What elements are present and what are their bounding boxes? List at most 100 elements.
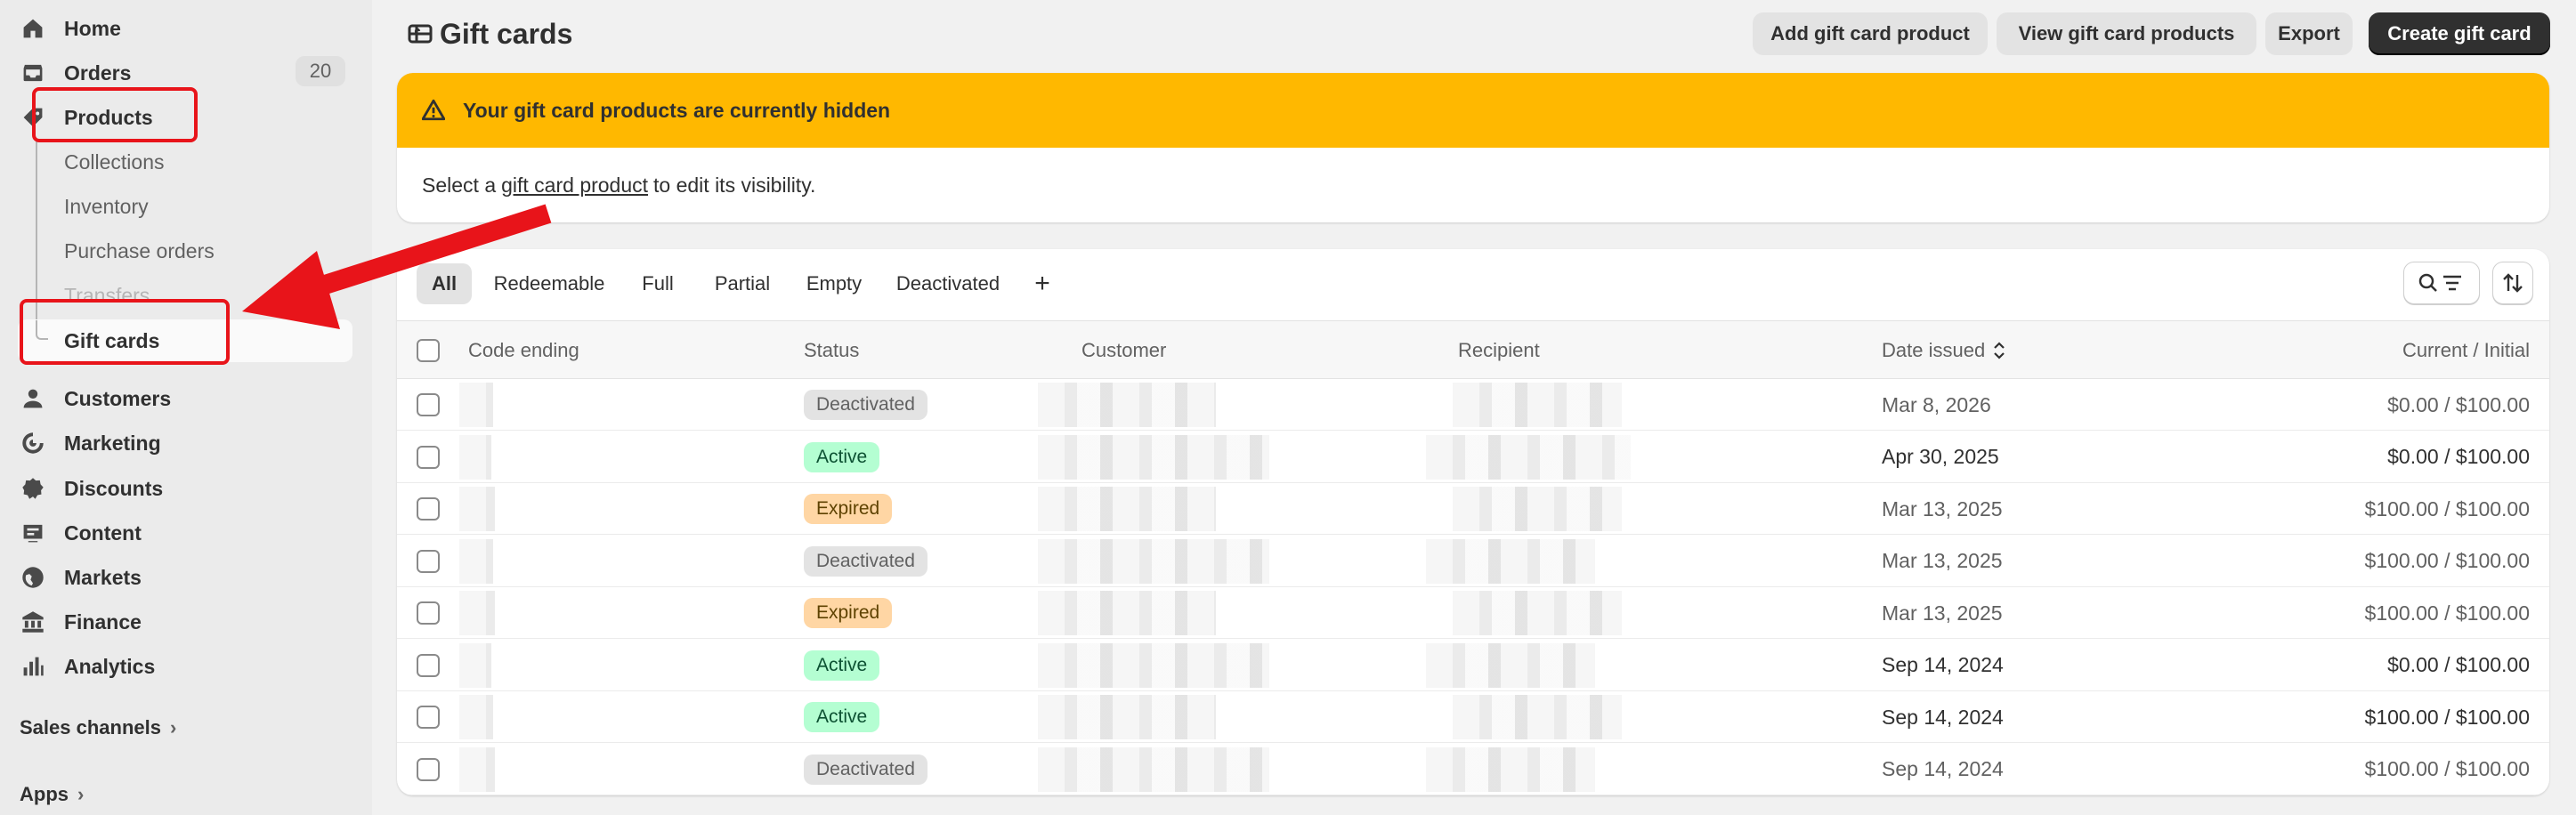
column-code-ending[interactable]: Code ending: [468, 321, 579, 380]
select-all-checkbox[interactable]: [417, 339, 440, 362]
column-customer[interactable]: Customer: [1081, 321, 1166, 380]
hidden-products-banner: Your gift card products are currently hi…: [397, 73, 2549, 222]
status-badge: Expired: [804, 598, 893, 628]
sidebar-subitem-collections[interactable]: Collections: [64, 142, 165, 182]
sort-button[interactable]: [2492, 262, 2533, 304]
sidebar-item-finance[interactable]: Finance: [20, 602, 142, 642]
date-issued-cell: Sep 14, 2024: [1882, 705, 2004, 729]
export-button[interactable]: Export: [2265, 12, 2353, 55]
status-badge: Active: [804, 702, 880, 732]
chevron-right-icon: ›: [169, 716, 177, 738]
row-checkbox[interactable]: [417, 393, 440, 416]
date-issued-cell: Mar 13, 2025: [1882, 496, 2003, 520]
row-checkbox[interactable]: [417, 549, 440, 573]
row-checkbox[interactable]: [417, 757, 440, 781]
inbox-icon: [20, 60, 46, 86]
row-checkbox[interactable]: [417, 706, 440, 729]
table-row[interactable]: Expired Mar 13, 2025 $100.00 / $100.00: [397, 483, 2549, 535]
apps-link[interactable]: Apps ›: [20, 783, 84, 806]
gift-card-product-link[interactable]: gift card product: [501, 173, 648, 198]
bar-chart-icon: [20, 653, 46, 680]
table-row[interactable]: Deactivated Sep 14, 2024 $100.00 / $100.00: [397, 744, 2549, 795]
date-issued-cell: Mar 8, 2026: [1882, 392, 1991, 416]
table-row[interactable]: Active Apr 30, 2025 $0.00 / $100.00: [397, 432, 2549, 483]
sidebar-item-label: Discounts: [64, 476, 164, 500]
add-gift-card-product-button[interactable]: Add gift card product: [1753, 12, 1988, 55]
content-icon: [20, 520, 46, 546]
add-tab-button[interactable]: +: [1022, 263, 1063, 304]
redacted-customer: [1038, 591, 1216, 635]
date-issued-cell: Mar 13, 2025: [1882, 549, 2003, 572]
apps-label: Apps: [20, 783, 69, 805]
home-icon: [20, 15, 46, 42]
redacted-recipient: [1453, 695, 1622, 739]
tab-full[interactable]: Full: [625, 263, 691, 304]
redacted-code: [459, 538, 493, 584]
table-row[interactable]: Deactivated Mar 8, 2026 $0.00 / $100.00: [397, 379, 2549, 431]
filter-tabs: All Redeemable Full Partial Empty Deacti…: [397, 249, 2549, 320]
redacted-code: [459, 434, 491, 480]
row-checkbox[interactable]: [417, 497, 440, 520]
sort-arrows-icon: [2503, 273, 2523, 293]
banner-body: Select a gift card product to edit its v…: [397, 148, 2549, 222]
redacted-code: [459, 383, 493, 427]
sidebar-subitem-purchase-orders[interactable]: Purchase orders: [64, 231, 215, 270]
tab-empty[interactable]: Empty: [794, 263, 874, 304]
column-recipient[interactable]: Recipient: [1458, 321, 1540, 380]
sidebar-item-customers[interactable]: Customers: [20, 379, 171, 418]
date-issued-cell: Sep 14, 2024: [1882, 653, 2004, 676]
column-status[interactable]: Status: [804, 321, 859, 380]
status-badge: Active: [804, 650, 880, 681]
search-filter-button[interactable]: [2403, 262, 2480, 304]
table-row[interactable]: Expired Mar 13, 2025 $100.00 / $100.00: [397, 587, 2549, 639]
status-cell: Deactivated: [804, 536, 928, 587]
redacted-customer: [1038, 642, 1269, 688]
sidebar-item-home[interactable]: Home: [20, 9, 121, 48]
gift-cards-table-card: All Redeemable Full Partial Empty Deacti…: [397, 249, 2549, 795]
redacted-customer: [1038, 487, 1216, 531]
sidebar-item-marketing[interactable]: Marketing: [20, 424, 161, 463]
view-gift-card-products-button[interactable]: View gift card products: [1997, 12, 2256, 55]
redacted-recipient: [1426, 642, 1595, 688]
column-current-initial[interactable]: Current / Initial: [2402, 321, 2530, 380]
sidebar-item-markets[interactable]: Markets: [20, 558, 142, 597]
tab-deactivated[interactable]: Deactivated: [883, 263, 1013, 304]
status-cell: Deactivated: [804, 379, 928, 431]
row-checkbox[interactable]: [417, 445, 440, 469]
bank-icon: [20, 609, 46, 635]
table-row[interactable]: Active Sep 14, 2024 $0.00 / $100.00: [397, 640, 2549, 691]
status-badge: Active: [804, 441, 880, 472]
status-cell: Expired: [804, 587, 893, 639]
row-checkbox[interactable]: [417, 653, 440, 677]
redacted-recipient: [1453, 591, 1622, 635]
create-gift-card-button[interactable]: Create gift card: [2369, 12, 2550, 55]
redacted-customer: [1038, 383, 1216, 427]
balance-cell: $100.00 / $100.00: [2364, 757, 2530, 780]
status-badge: Deactivated: [804, 545, 928, 577]
tab-partial[interactable]: Partial: [700, 263, 785, 304]
sales-channels-link[interactable]: Sales channels ›: [20, 716, 176, 739]
sidebar-subitem-inventory[interactable]: Inventory: [64, 187, 149, 226]
table-row[interactable]: Active Sep 14, 2024 $100.00 / $100.00: [397, 691, 2549, 743]
banner-title: Your gift card products are currently hi…: [463, 98, 891, 122]
redacted-customer: [1038, 538, 1269, 584]
tab-redeemable[interactable]: Redeemable: [482, 263, 616, 304]
table-row[interactable]: Deactivated Mar 13, 2025 $100.00 / $100.00: [397, 536, 2549, 587]
sidebar-item-analytics[interactable]: Analytics: [20, 647, 155, 686]
globe-icon: [20, 564, 46, 591]
status-cell: Active: [804, 640, 880, 691]
redacted-customer: [1038, 434, 1269, 480]
sidebar-item-discounts[interactable]: Discounts: [20, 469, 163, 508]
sidebar-item-label: Customers: [64, 386, 172, 410]
tab-all[interactable]: All: [417, 263, 472, 304]
column-date-issued[interactable]: Date issued: [1882, 321, 2006, 380]
sidebar-item-content[interactable]: Content: [20, 513, 142, 553]
sort-indicator-icon: [1994, 342, 2005, 359]
redacted-code: [459, 746, 495, 792]
row-checkbox[interactable]: [417, 601, 440, 625]
warning-icon: [422, 99, 445, 121]
balance-cell: $0.00 / $100.00: [2387, 392, 2530, 416]
redacted-recipient: [1453, 383, 1622, 427]
table-header: Code ending Status Customer Recipient Da…: [397, 320, 2549, 379]
banner-text-after: to edit its visibility.: [653, 173, 816, 197]
